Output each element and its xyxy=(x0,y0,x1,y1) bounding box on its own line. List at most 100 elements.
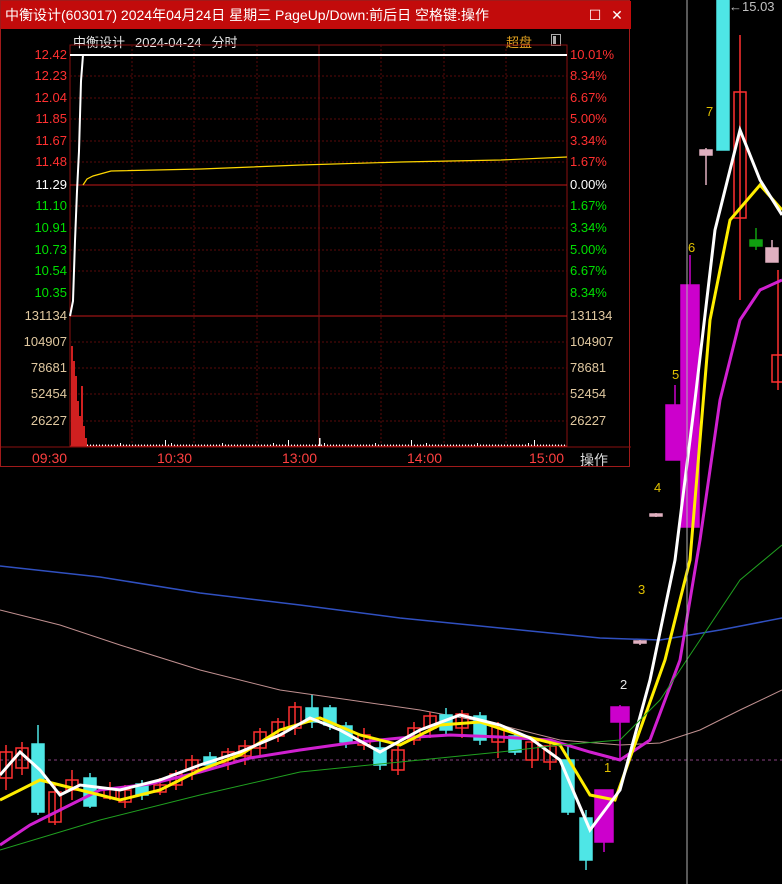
volume-bar xyxy=(177,444,178,446)
price-tick-label: 11.10 xyxy=(35,198,67,213)
wave-label: 6 xyxy=(688,240,696,255)
volume-bar xyxy=(219,444,220,446)
volume-bar xyxy=(456,444,457,446)
candle-body xyxy=(633,640,647,644)
volume-bar xyxy=(393,444,394,446)
volume-bar xyxy=(402,444,403,446)
volume-bar xyxy=(150,444,151,446)
volume-bar xyxy=(375,443,376,446)
volume-bar xyxy=(384,444,385,446)
percent-tick-label: 8.34% xyxy=(570,68,607,83)
volume-bar xyxy=(71,346,73,446)
candle-body xyxy=(765,247,779,263)
volume-bar xyxy=(519,444,520,446)
volume-bar xyxy=(306,444,307,446)
volume-bar xyxy=(414,444,415,446)
price-tick-label: 10.35 xyxy=(34,285,67,300)
operate-button[interactable]: 操作 xyxy=(580,450,608,470)
candle-body xyxy=(610,706,630,723)
volume-bar xyxy=(111,444,112,446)
volume-bar xyxy=(270,444,271,446)
volume-bar xyxy=(180,444,181,446)
volume-bar xyxy=(330,444,331,446)
volume-bar xyxy=(252,444,253,446)
volume-bar xyxy=(405,444,406,446)
volume-bar xyxy=(234,444,235,446)
volume-bar xyxy=(438,444,439,446)
volume-bar xyxy=(333,444,334,446)
volume-bar xyxy=(77,401,79,446)
volume-bar xyxy=(432,444,433,446)
volume-bar xyxy=(79,416,81,446)
intraday-popup-window[interactable]: 中衡设计(603017) 2024年04月24日 星期三 PageUp/Down… xyxy=(0,0,631,470)
volume-bar xyxy=(381,444,382,446)
volume-bar xyxy=(90,444,91,446)
time-tick-label: 13:00 xyxy=(282,450,318,466)
volume-bar xyxy=(126,444,127,446)
volume-bar xyxy=(564,444,565,446)
volume-bar xyxy=(207,444,208,446)
price-tick-label: 12.23 xyxy=(34,68,67,83)
candle-body xyxy=(649,513,663,517)
volume-bar xyxy=(246,444,247,446)
volume-bar xyxy=(87,444,88,446)
volume-bar xyxy=(300,444,301,446)
price-tick-label: 11.48 xyxy=(35,154,67,169)
volume-bar xyxy=(504,444,505,446)
volume-bar xyxy=(468,444,469,446)
volume-bar xyxy=(297,444,298,446)
volume-bar xyxy=(81,386,83,446)
volume-bar xyxy=(186,444,187,446)
volume-bar xyxy=(411,440,412,446)
volume-bar xyxy=(162,444,163,446)
volume-bar xyxy=(99,444,100,446)
volume-bar xyxy=(264,444,265,446)
volume-bar xyxy=(549,444,550,446)
wave-label: 7 xyxy=(706,104,714,119)
volume-bar xyxy=(561,444,562,446)
volume-bar xyxy=(294,444,295,446)
volume-bar xyxy=(144,444,145,446)
volume-bar xyxy=(474,444,475,446)
candle-body xyxy=(716,0,730,151)
volume-bar xyxy=(501,444,502,446)
volume-bar xyxy=(174,444,175,446)
volume-bar xyxy=(534,440,535,446)
percent-tick-label: 1.67% xyxy=(570,154,607,169)
volume-bar xyxy=(168,444,169,446)
price-tick-label: 12.04 xyxy=(34,90,67,105)
wave-label: 4 xyxy=(654,480,662,495)
volume-tick-label: 26227 xyxy=(30,413,67,428)
volume-bar xyxy=(507,444,508,446)
volume-bar xyxy=(114,444,115,446)
volume-bar xyxy=(225,444,226,446)
volume-bar xyxy=(240,444,241,446)
time-tick-label: 14:00 xyxy=(407,450,443,466)
volume-bar xyxy=(93,444,94,446)
volume-bar xyxy=(513,444,514,446)
volume-bar xyxy=(540,444,541,446)
volume-tick-label: 131134 xyxy=(24,308,67,323)
volume-bar xyxy=(291,444,292,446)
volume-bar xyxy=(552,444,553,446)
volume-bar xyxy=(243,444,244,446)
volume-bar xyxy=(348,444,349,446)
volume-bar xyxy=(171,443,172,446)
volume-bar xyxy=(366,444,367,446)
wave-label: 5 xyxy=(672,367,680,382)
volume-bar xyxy=(222,443,223,446)
volume-bar xyxy=(195,444,196,446)
volume-bar xyxy=(441,444,442,446)
volume-bar xyxy=(120,443,121,446)
volume-bar xyxy=(129,444,130,446)
percent-tick-label: 0.00% xyxy=(570,177,607,192)
volume-bar xyxy=(339,444,340,446)
intraday-chart[interactable] xyxy=(1,1,631,468)
volume-bar xyxy=(522,444,523,446)
volume-bar xyxy=(261,444,262,446)
volume-tick-label: 52454 xyxy=(570,386,607,401)
volume-bar xyxy=(159,444,160,446)
volume-bar xyxy=(495,444,496,446)
volume-bar xyxy=(462,444,463,446)
volume-bar xyxy=(528,443,529,446)
